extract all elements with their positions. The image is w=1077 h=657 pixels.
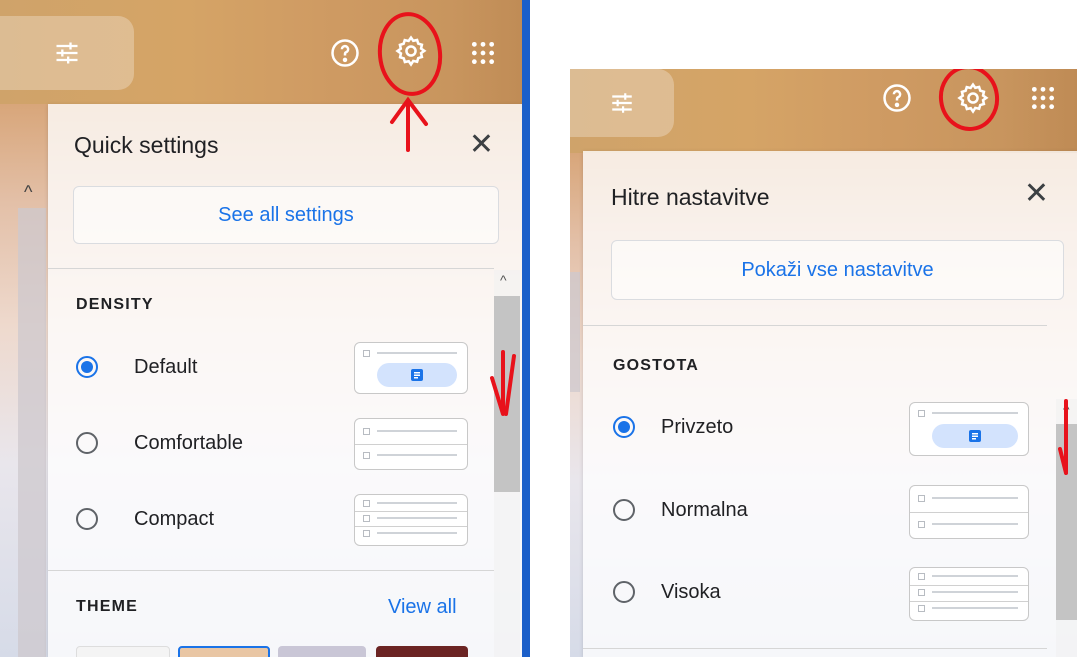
help-icon [883,84,911,112]
divider [583,325,1047,326]
panel-header: Hitre nastavitve ✕ [583,151,1077,241]
gear-icon [395,35,427,67]
document-icon [969,430,981,442]
settings-button[interactable] [394,34,428,68]
radio-button[interactable] [76,508,98,530]
gear-icon [957,82,989,114]
tune-icon [56,42,78,64]
density-option-default[interactable]: Privzeto [583,402,1029,458]
quick-settings-panel: Hitre nastavitve ✕ Pokaži vse nastavitve… [583,151,1077,657]
option-label: Comfortable [134,432,243,454]
option-label: Default [134,356,198,378]
settings-button[interactable] [956,81,990,115]
option-label: Normalna [661,499,748,521]
apps-button[interactable] [470,40,496,66]
radio-button[interactable] [613,499,635,521]
theme-thumbnail-selected[interactable] [178,646,270,657]
density-preview-comfortable [354,418,468,470]
right-screenshot: Hitre nastavitve ✕ Pokaži vse nastavitve… [570,69,1077,657]
help-button[interactable] [330,38,360,68]
density-preview-default [354,342,468,394]
help-button[interactable] [882,83,912,113]
close-icon[interactable]: ✕ [469,130,494,160]
panel-scrollbar-thumb[interactable] [494,296,520,492]
density-option-comfortable[interactable]: Normalna [583,485,1029,541]
chip-preview [377,363,457,387]
theme-thumbnail-default[interactable] [76,646,170,657]
theme-heading: THEME [76,598,138,615]
divider [583,648,1047,649]
density-option-compact[interactable]: Compact [48,494,488,550]
radio-button[interactable] [76,356,98,378]
left-screenshot: ^ Quick settings ✕ See all settings DENS… [0,0,530,657]
density-option-default[interactable]: Default [48,342,488,398]
scroll-up-icon[interactable]: ^ [1063,401,1070,417]
option-label: Privzeto [661,416,734,438]
theme-thumbnail[interactable] [376,646,468,657]
scroll-up-icon[interactable]: ^ [500,272,507,288]
see-all-settings-button[interactable]: Pokaži vse nastavitve [611,240,1064,300]
apps-button[interactable] [1030,85,1056,111]
view-all-themes-link[interactable]: View all [388,596,457,619]
density-heading: DENSITY [76,296,154,313]
tune-icon [612,93,632,113]
window-edge [522,0,530,657]
panel-title: Quick settings [74,132,219,158]
apps-grid-icon [471,41,495,65]
help-icon [331,39,359,67]
density-preview-default [909,402,1029,456]
density-preview-comfortable [909,485,1029,539]
density-option-comfortable[interactable]: Comfortable [48,418,488,474]
filter-button[interactable] [0,16,134,90]
chip-preview [932,424,1018,448]
theme-thumbnail[interactable] [278,646,366,657]
radio-button[interactable] [76,432,98,454]
sidebar-scroll-strip [570,272,580,392]
document-icon [411,369,423,381]
filter-button[interactable] [570,69,674,137]
chevron-up-icon[interactable]: ^ [24,182,32,203]
radio-button[interactable] [613,416,635,438]
quick-settings-panel: Quick settings ✕ See all settings DENSIT… [48,104,524,657]
density-option-compact[interactable]: Visoka [583,567,1029,623]
divider [48,268,494,269]
option-label: Visoka [661,581,721,603]
density-preview-compact [354,494,468,546]
apps-grid-icon [1031,86,1055,110]
density-heading: GOSTOTA [613,357,700,374]
radio-button[interactable] [613,581,635,603]
option-label: Compact [134,508,215,530]
divider [48,570,494,571]
panel-scrollbar-thumb[interactable] [1056,424,1077,620]
see-all-settings-button[interactable]: See all settings [73,186,499,244]
close-icon[interactable]: ✕ [1024,179,1049,209]
panel-title: Hitre nastavitve [611,184,770,210]
sidebar-scroll-strip [18,208,46,657]
density-preview-compact [909,567,1029,621]
panel-header: Quick settings ✕ [48,104,524,188]
